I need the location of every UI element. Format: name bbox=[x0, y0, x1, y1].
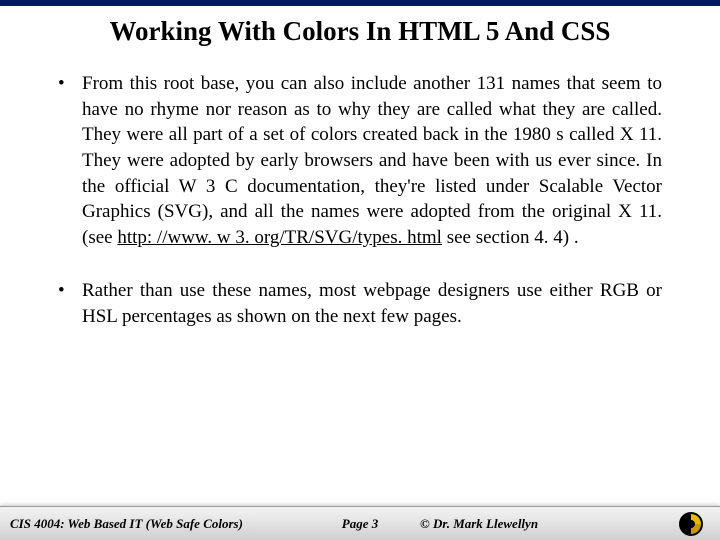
bullet-1-text-pre: From this root base, you can also includ… bbox=[82, 73, 662, 248]
slide-content: From this root base, you can also includ… bbox=[0, 71, 720, 330]
slide-title: Working With Colors In HTML 5 And CSS bbox=[0, 16, 720, 47]
slide: Working With Colors In HTML 5 And CSS Fr… bbox=[0, 0, 720, 540]
bullet-2: Rather than use these names, most webpag… bbox=[58, 278, 662, 329]
bullet-1-text-post: see section 4. 4) . bbox=[442, 227, 579, 248]
footer-logo-icon bbox=[678, 511, 704, 537]
bullet-1-link[interactable]: http: //www. w 3. org/TR/SVG/types. html bbox=[117, 227, 442, 248]
bullet-2-text: Rather than use these names, most webpag… bbox=[82, 280, 662, 327]
footer-page: Page 3 bbox=[300, 516, 420, 532]
footer-course: CIS 4004: Web Based IT (Web Safe Colors) bbox=[0, 516, 300, 532]
bullet-1: From this root base, you can also includ… bbox=[58, 71, 662, 250]
footer: CIS 4004: Web Based IT (Web Safe Colors)… bbox=[0, 506, 720, 540]
footer-author: © Dr. Mark Llewellyn bbox=[420, 516, 620, 532]
